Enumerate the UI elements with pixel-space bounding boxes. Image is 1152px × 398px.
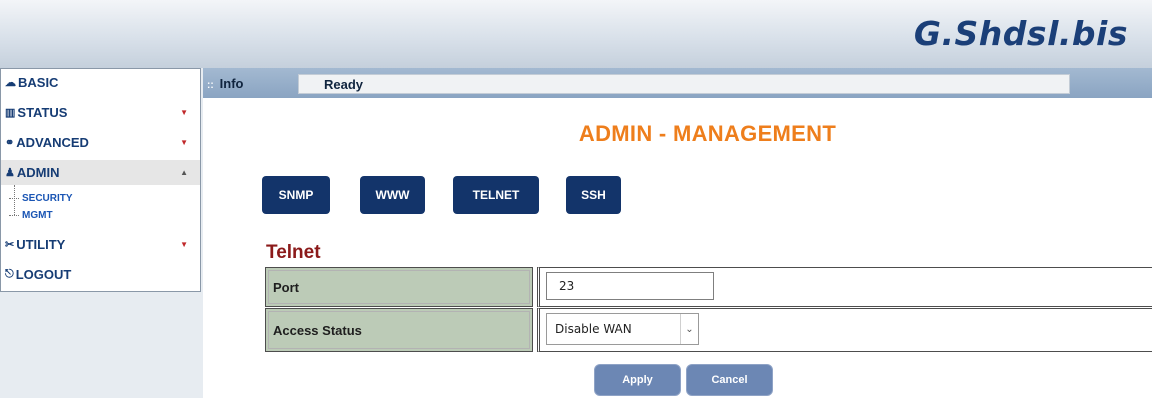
form-row-access-status: Access Status Disable WAN ⌄ (265, 308, 1152, 352)
sidebar-item-advanced[interactable]: ⚭ ADVANCED ▼ (1, 130, 200, 155)
tab-ssh[interactable]: SSH (566, 176, 621, 214)
sidebar-subitem-label: SECURITY (22, 193, 73, 204)
header-banner: G.Shdsl.bis (0, 0, 1152, 68)
grip-icon: :: (207, 80, 214, 91)
access-status-selected: Disable WAN (555, 322, 632, 336)
section-title: Telnet (266, 242, 321, 263)
port-label: Port (265, 267, 533, 307)
sidebar-item-logout[interactable]: ⎋ LOGOUT (1, 262, 200, 287)
sidebar-item-status[interactable]: ▥ STATUS ▼ (1, 100, 200, 125)
page-title: ADMIN - MANAGEMENT (578, 121, 837, 146)
tab-snmp[interactable]: SNMP (262, 176, 330, 214)
chart-icon: ▥ (5, 107, 16, 119)
sidebar-item-label: UTILITY (16, 237, 66, 252)
access-status-select[interactable]: Disable WAN ⌄ (546, 313, 699, 345)
link-icon: ⚭ (5, 137, 15, 149)
brand-title: G.Shdsl.bis (913, 14, 1128, 53)
sidebar: ☁ BASIC ▥ STATUS ▼ ⚭ ADVANCED ▼ ♟ ADMIN … (0, 68, 203, 398)
info-bar: :: Info Ready (203, 68, 1152, 98)
port-input[interactable]: 23 (546, 272, 714, 300)
apply-button[interactable]: Apply (594, 364, 681, 396)
status-message: Ready (298, 74, 1070, 94)
form-row-port: Port 23 (265, 267, 1152, 307)
sidebar-menu: ☁ BASIC ▥ STATUS ▼ ⚭ ADVANCED ▼ ♟ ADMIN … (0, 68, 201, 292)
users-icon: ♟ (5, 167, 15, 179)
tab-telnet[interactable]: TELNET (453, 176, 539, 214)
tools-icon: ✂ (5, 239, 15, 251)
sidebar-item-label: STATUS (17, 105, 68, 120)
sidebar-item-label: ADMIN (16, 165, 60, 180)
sidebar-item-basic[interactable]: ☁ BASIC (1, 70, 200, 95)
chevron-down-icon: ▼ (180, 138, 188, 147)
chevron-down-icon: ▼ (180, 240, 188, 249)
access-status-label: Access Status (265, 308, 533, 352)
cloud-icon: ☁ (5, 77, 16, 89)
info-label: :: Info (207, 76, 244, 91)
sidebar-item-admin[interactable]: ♟ ADMIN ▲ (1, 160, 200, 185)
main-content: :: Info Ready ADMIN - MANAGEMENT SNMP WWW… (203, 68, 1152, 398)
cancel-button[interactable]: Cancel (686, 364, 773, 396)
access-status-value-cell: Disable WAN ⌄ (537, 308, 1152, 352)
chevron-down-icon: ▼ (180, 108, 188, 117)
chevron-down-icon: ⌄ (680, 314, 698, 344)
tree-branch (9, 198, 19, 199)
sidebar-subitem-mgmt[interactable]: MGMT (9, 207, 53, 224)
tab-www[interactable]: WWW (360, 176, 425, 214)
sidebar-subitem-security[interactable]: SECURITY (9, 190, 73, 207)
sidebar-subitem-label: MGMT (22, 210, 53, 221)
sidebar-item-label: BASIC (18, 75, 59, 90)
logout-icon: ⎋ (5, 268, 14, 280)
tree-branch (9, 215, 19, 216)
port-value-cell: 23 (537, 267, 1152, 307)
sidebar-item-utility[interactable]: ✂ UTILITY ▼ (1, 232, 200, 257)
sidebar-item-label: ADVANCED (16, 135, 89, 150)
chevron-up-icon: ▲ (180, 168, 188, 177)
sidebar-item-label: LOGOUT (15, 267, 72, 282)
